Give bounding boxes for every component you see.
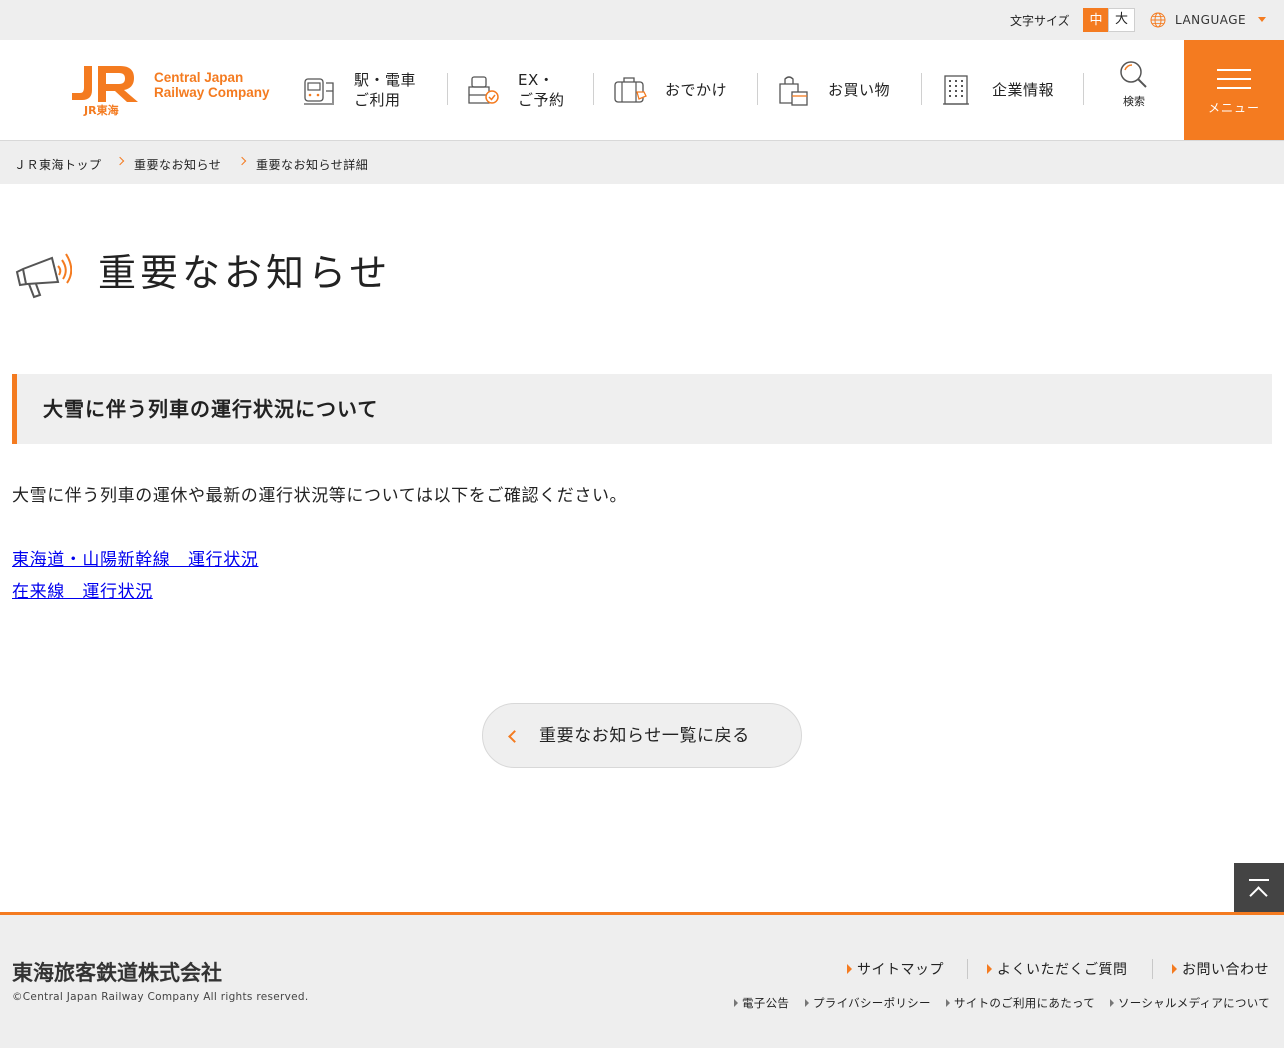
footer-link-privacy[interactable]: プライバシーポリシー — [805, 995, 931, 1011]
breadcrumb-notices-link[interactable]: 重要なお知らせ — [134, 156, 221, 173]
nav-divider — [447, 73, 448, 105]
footer-link-terms[interactable]: サイトのご利用にあたって — [946, 995, 1095, 1011]
footer-divider — [967, 959, 968, 979]
chevron-right-icon — [237, 156, 247, 166]
triangle-right-icon — [1172, 964, 1177, 974]
svg-text:JR東海: JR東海 — [83, 103, 119, 116]
jr-central-logo[interactable]: JR東海 — [70, 64, 142, 116]
triangle-right-icon — [1110, 999, 1114, 1007]
breadcrumb: ＪＲ東海トップ 重要なお知らせ 重要なお知らせ詳細 — [0, 141, 1284, 184]
building-icon — [943, 75, 969, 105]
footer-link-faq[interactable]: よくいただくご質問 — [987, 959, 1128, 979]
back-to-list-label: 重要なお知らせ一覧に戻る — [539, 726, 750, 746]
triangle-right-icon — [847, 964, 852, 974]
nav-divider — [1083, 73, 1084, 105]
menu-label: メニュー — [1207, 101, 1260, 115]
language-selector[interactable]: LANGUAGE — [1175, 13, 1246, 27]
triangle-right-icon — [734, 999, 738, 1007]
logo-text-line2: Railway Company — [154, 85, 270, 100]
footer-link-contact[interactable]: お問い合わせ — [1172, 959, 1269, 979]
footer-link-label: よくいただくご質問 — [997, 962, 1128, 978]
nav-shopping[interactable]: お買い物 — [776, 40, 890, 140]
back-to-list-button[interactable]: 重要なお知らせ一覧に戻る — [482, 703, 802, 768]
triangle-right-icon — [946, 999, 950, 1007]
nav-divider — [921, 73, 922, 105]
footer-divider — [1152, 959, 1153, 979]
footer-copyright: ©Central Japan Railway Company All right… — [12, 991, 309, 1003]
conventional-lines-status-link[interactable]: 在来線 運行状況 — [12, 580, 153, 604]
nav-station-line1: 駅・電車 — [354, 71, 417, 89]
search-icon — [1120, 61, 1147, 88]
nav-divider — [593, 73, 594, 105]
article-body: 大雪に伴う列車の運休や最新の運行状況等については以下をご確認ください。 — [12, 486, 628, 506]
nav-odekake[interactable]: おでかけ — [613, 40, 727, 140]
nav-station-line2: ご利用 — [354, 91, 401, 109]
caret-down-icon[interactable] — [1258, 17, 1266, 22]
site-header: JR東海 Central Japan Railway Company 駅・電車 … — [0, 40, 1284, 141]
article-heading-box: 大雪に伴う列車の運行状況について — [12, 374, 1272, 444]
hamburger-icon — [1217, 78, 1251, 80]
suitcase-icon — [614, 77, 647, 103]
page-title: 重要なお知らせ — [98, 251, 392, 295]
chevron-up-icon — [1249, 886, 1268, 905]
footer-link-social-media[interactable]: ソーシャルメディアについて — [1110, 995, 1270, 1011]
train-station-icon — [304, 78, 334, 105]
nav-ex-line2: ご予約 — [518, 91, 565, 109]
triangle-right-icon — [987, 964, 992, 974]
site-footer: 東海旅客鉄道株式会社 ©Central Japan Railway Compan… — [0, 912, 1284, 1048]
font-size-label: 文字サイズ — [1010, 14, 1070, 28]
breadcrumb-home-link[interactable]: ＪＲ東海トップ — [14, 156, 102, 173]
font-size-large-button[interactable]: 大 — [1108, 8, 1135, 32]
search-button[interactable]: 検索 — [1110, 60, 1158, 120]
nav-corporate-label: 企業情報 — [992, 81, 1055, 99]
footer-link-label: ソーシャルメディアについて — [1118, 996, 1271, 1010]
search-label: 検索 — [1123, 95, 1145, 108]
footer-link-label: 電子公告 — [742, 996, 790, 1010]
megaphone-icon — [15, 253, 72, 299]
shopping-bag-icon — [779, 76, 808, 106]
footer-link-sitemap[interactable]: サイトマップ — [847, 959, 944, 979]
article-heading: 大雪に伴う列車の運行状況について — [43, 397, 379, 421]
logo-text-line1: Central Japan — [154, 70, 244, 85]
footer-link-label: サイトのご利用にあたって — [954, 996, 1096, 1010]
footer-link-label: サイトマップ — [857, 962, 944, 978]
breadcrumb-current: 重要なお知らせ詳細 — [256, 158, 369, 172]
footer-link-label: プライバシーポリシー — [813, 996, 931, 1010]
logo-text[interactable]: Central Japan Railway Company — [154, 70, 270, 100]
chevron-right-icon — [115, 156, 125, 166]
nav-ex-line1: EX・ — [518, 71, 555, 89]
hamburger-icon — [1217, 87, 1251, 89]
chevron-left-icon — [508, 730, 521, 743]
hamburger-icon — [1217, 69, 1251, 71]
nav-ex-reservation[interactable]: EX・ ご予約 — [466, 40, 565, 140]
nav-odekake-label: おでかけ — [665, 81, 728, 99]
nav-station-train[interactable]: 駅・電車 ご利用 — [302, 40, 416, 140]
footer-link-public-notice[interactable]: 電子公告 — [734, 995, 789, 1011]
footer-link-label: お問い合わせ — [1182, 962, 1269, 978]
page-top-bar-icon — [1249, 879, 1269, 881]
utility-bar: 文字サイズ 中 大 LANGUAGE — [0, 0, 1284, 40]
nav-shopping-label: お買い物 — [828, 81, 891, 99]
reservation-icon — [468, 76, 499, 104]
nav-corporate[interactable]: 企業情報 — [940, 40, 1054, 140]
menu-button[interactable]: メニュー — [1184, 40, 1284, 140]
globe-icon[interactable] — [1150, 12, 1166, 28]
footer-company-name: 東海旅客鉄道株式会社 — [12, 960, 222, 985]
page-top-button[interactable] — [1234, 863, 1284, 913]
shinkansen-status-link[interactable]: 東海道・山陽新幹線 運行状況 — [12, 548, 258, 572]
nav-divider — [757, 73, 758, 105]
font-size-medium-button[interactable]: 中 — [1083, 8, 1109, 32]
triangle-right-icon — [805, 999, 809, 1007]
